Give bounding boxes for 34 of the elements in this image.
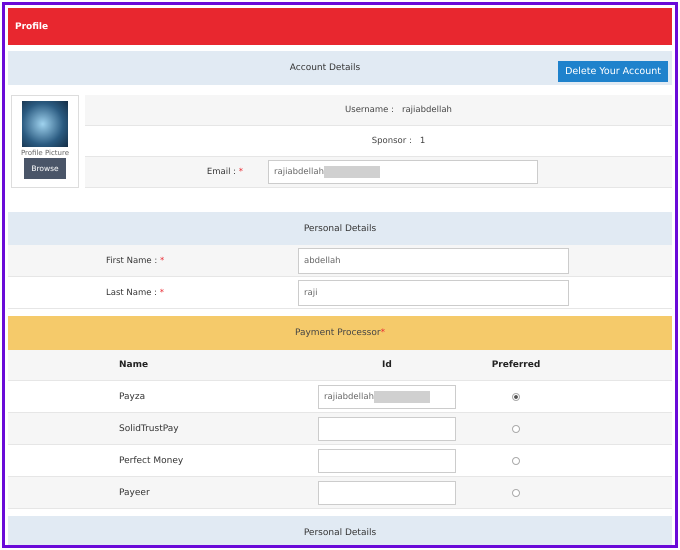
section-title: Payment Processor* <box>294 328 386 338</box>
field-label: Sponsor : <box>372 136 412 146</box>
table-cell-text: SolidTrustPay <box>118 424 180 434</box>
field-label: First Name : * <box>105 256 166 266</box>
input-field[interactable] <box>318 416 456 440</box>
radio-button[interactable] <box>512 456 520 464</box>
radio-button[interactable] <box>512 424 520 432</box>
avatar-picture <box>22 101 68 147</box>
input-field[interactable] <box>318 480 456 504</box>
table-cell-text: Perfect Money <box>118 456 184 466</box>
section-title: Account Details <box>290 63 360 73</box>
field-label: Username : <box>345 105 394 115</box>
section-title: Personal Details <box>304 528 376 538</box>
delete-account-button[interactable]: Delete Your Account <box>558 61 668 82</box>
radio-button[interactable] <box>512 392 520 400</box>
input-field[interactable]: rajiabdellah <box>268 160 538 184</box>
column-header: Preferred <box>490 360 542 370</box>
table-cell-text: Payza <box>118 392 146 402</box>
redaction-block <box>324 166 380 178</box>
input-field[interactable]: rajiabdellah <box>318 384 456 408</box>
section-title: Personal Details <box>304 224 376 234</box>
radio-button[interactable] <box>512 488 520 496</box>
field-value: rajiabdellah <box>402 105 452 115</box>
redaction-block <box>374 390 430 402</box>
table-cell-text: Payeer <box>118 488 151 498</box>
field-label: Email : * <box>206 167 244 177</box>
column-header: Id <box>381 360 393 370</box>
field-label: Last Name : * <box>105 288 166 298</box>
page-title: Profile <box>15 22 48 32</box>
input-field[interactable]: raji <box>298 280 569 306</box>
input-field[interactable] <box>318 448 456 472</box>
input-field[interactable]: abdellah <box>298 248 569 274</box>
column-header: Name <box>118 360 150 370</box>
field-value: 1 <box>420 136 426 146</box>
